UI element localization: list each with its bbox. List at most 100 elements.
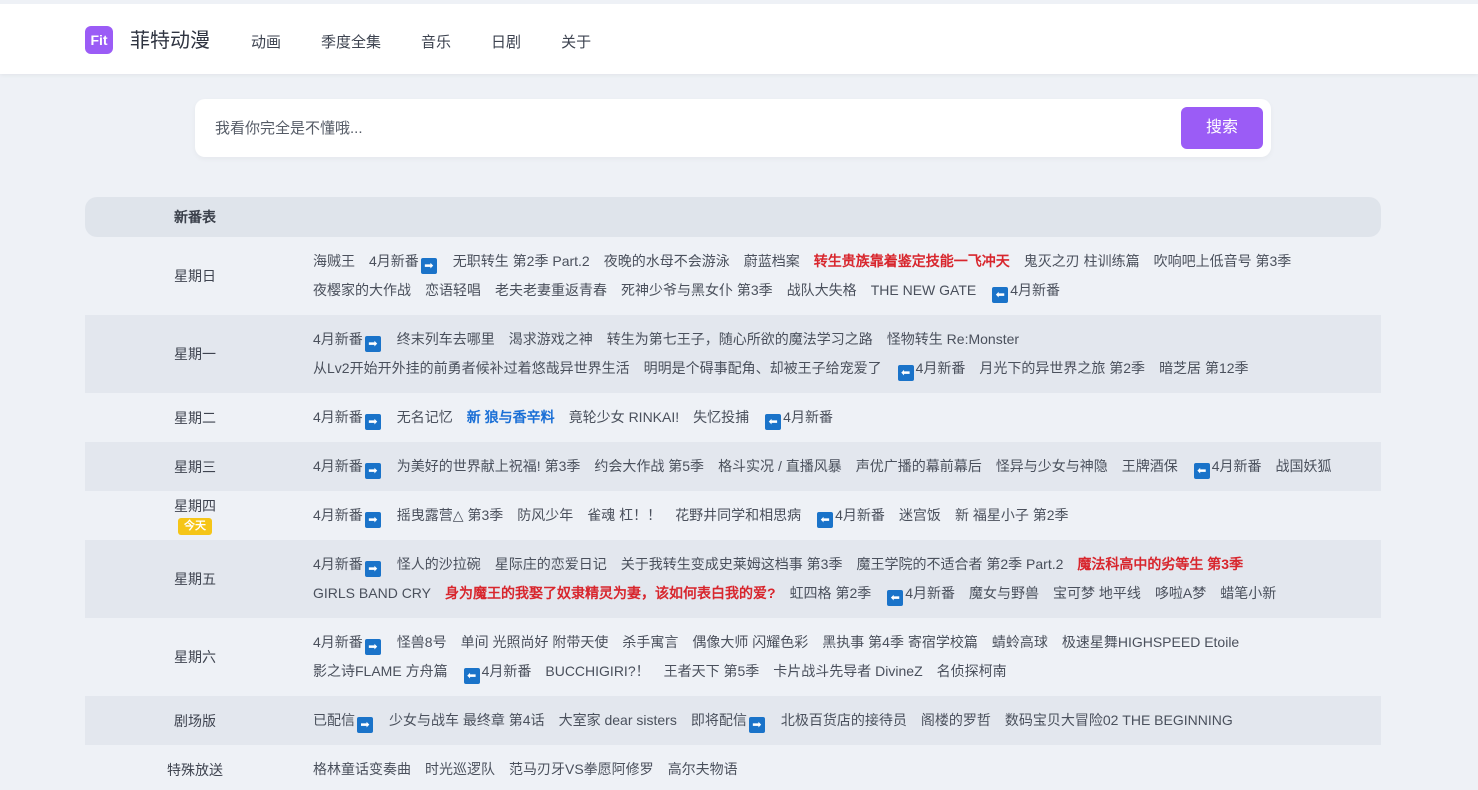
search-button[interactable]: 搜索: [1181, 107, 1263, 149]
anime-link[interactable]: 少女与战车 最终章 第4话: [389, 706, 545, 735]
anime-link[interactable]: 关于我转生变成史莱姆这档事 第3季: [621, 550, 843, 579]
anime-link[interactable]: 渴求游戏之神: [509, 325, 593, 354]
anime-link[interactable]: 花野井同学和相思病: [675, 501, 801, 530]
anime-link[interactable]: 老夫老妻重返青春: [495, 276, 607, 305]
anime-link[interactable]: 已配信 ➡: [313, 706, 375, 735]
anime-title: 怪物转生 Re:Monster: [886, 331, 1020, 347]
anime-link[interactable]: 蜻蛉高球: [992, 628, 1048, 657]
anime-link[interactable]: 时光巡逻队: [425, 755, 495, 784]
site-logo[interactable]: Fit: [85, 26, 113, 54]
anime-link[interactable]: 高尔夫物语: [668, 755, 738, 784]
nav-item-anime[interactable]: 动画: [251, 32, 281, 54]
anime-link[interactable]: 怪人的沙拉碗: [397, 550, 481, 579]
anime-link[interactable]: ⬅ 4月新番: [896, 354, 965, 383]
anime-link[interactable]: 吹响吧上低音号 第3季: [1154, 247, 1292, 276]
anime-link[interactable]: 死神少爷与黑女仆 第3季: [621, 276, 773, 305]
anime-link[interactable]: 夜晚的水母不会游泳: [604, 247, 730, 276]
anime-link[interactable]: 北极百货店的接待员: [781, 706, 907, 735]
nav-item-season-collection[interactable]: 季度全集: [321, 32, 381, 54]
anime-link[interactable]: 影之诗FLAME 方舟篇: [313, 657, 448, 686]
anime-link[interactable]: 星际庄的恋爱日记: [495, 550, 607, 579]
nav-item-jdrama[interactable]: 日剧: [491, 32, 521, 54]
anime-link[interactable]: 王牌酒保: [1122, 452, 1178, 481]
anime-link[interactable]: 摇曳露营△ 第3季: [397, 501, 503, 530]
anime-link[interactable]: 月光下的异世界之旅 第2季: [979, 354, 1145, 383]
anime-link[interactable]: 哆啦A梦: [1155, 579, 1206, 608]
anime-link[interactable]: 阁楼的罗哲: [921, 706, 991, 735]
anime-link[interactable]: 偶像大师 闪耀色彩: [692, 628, 808, 657]
anime-link[interactable]: 转生贵族靠着鉴定技能一飞冲天: [814, 247, 1010, 276]
anime-link[interactable]: 战国妖狐: [1276, 452, 1332, 481]
anime-link[interactable]: 失忆投捕: [693, 403, 749, 432]
anime-link[interactable]: 转生为第七王子，随心所欲的魔法学习之路: [607, 325, 873, 354]
anime-link[interactable]: 大室家 dear sisters: [559, 706, 677, 735]
anime-link[interactable]: 新 福星小子 第2季: [955, 501, 1069, 530]
anime-link[interactable]: 防风少年: [517, 501, 573, 530]
anime-link[interactable]: 战队大失格: [787, 276, 857, 305]
anime-link[interactable]: 4月新番 ➡: [313, 550, 383, 579]
anime-link[interactable]: ⬅ 4月新番: [815, 501, 885, 530]
anime-link[interactable]: 极速星舞HIGHSPEED Etoile: [1062, 628, 1239, 657]
anime-link[interactable]: 蔚蓝档案: [744, 247, 800, 276]
anime-link[interactable]: 约会大作战 第5季: [594, 452, 704, 481]
anime-link[interactable]: 怪兽8号: [397, 628, 447, 657]
anime-link[interactable]: 怪物转生 Re:Monster: [887, 325, 1019, 354]
anime-link[interactable]: 数码宝贝大冒险02 THE BEGINNING: [1005, 706, 1233, 735]
anime-link[interactable]: 明明是个碍事配角、却被王子给宠爱了: [644, 354, 882, 383]
anime-link[interactable]: 蜡笔小新: [1220, 579, 1276, 608]
anime-link[interactable]: 4月新番 ➡: [313, 501, 383, 530]
anime-link[interactable]: 夜樱家的大作战: [313, 276, 411, 305]
anime-link[interactable]: 格林童话变奏曲: [313, 755, 411, 784]
search-input[interactable]: [215, 113, 1155, 143]
anime-link[interactable]: 名侦探柯南: [937, 657, 1007, 686]
anime-link[interactable]: 宝可梦 地平线: [1053, 579, 1141, 608]
anime-link[interactable]: ⬅ 4月新番: [990, 276, 1060, 305]
anime-link[interactable]: 恋语轻唱: [425, 276, 481, 305]
anime-link[interactable]: 格斗实况 / 直播风暴: [718, 452, 842, 481]
anime-link[interactable]: 4月新番 ➡: [313, 403, 383, 432]
anime-link[interactable]: 即将配信 ➡: [691, 706, 767, 735]
anime-link[interactable]: 4月新番 ➡: [313, 452, 383, 481]
anime-link[interactable]: ⬅ 4月新番: [885, 579, 955, 608]
anime-link[interactable]: 无名记忆: [397, 403, 453, 432]
anime-link[interactable]: BUCCHIGIRI?！: [545, 657, 649, 686]
anime-link[interactable]: 终末列车去哪里: [397, 325, 495, 354]
anime-link[interactable]: ⬅ 4月新番: [1192, 452, 1262, 481]
anime-link[interactable]: THE NEW GATE: [871, 276, 977, 305]
anime-link[interactable]: GIRLS BAND CRY: [313, 579, 431, 608]
anime-list: 4月新番 ➡ 怪兽8号 单间 光照尚好 附带天使 杀手寓言 偶像大师 闪耀色彩 黑执事 第4…: [313, 618, 1381, 696]
anime-link[interactable]: 魔王学院的不适合者 第2季 Part.2: [856, 550, 1063, 579]
anime-link[interactable]: 从Lv2开始开外挂的前勇者候补过着悠哉异世界生活: [313, 354, 630, 383]
anime-link[interactable]: 竟轮少女 RINKAI!: [569, 403, 679, 432]
anime-link[interactable]: 魔女与野兽: [969, 579, 1039, 608]
anime-link[interactable]: 海贼王: [313, 247, 355, 276]
anime-title: 鬼灭之刃 柱训练篇: [1023, 253, 1140, 269]
anime-link[interactable]: 范马刃牙VS拳愿阿修罗: [509, 755, 654, 784]
anime-link[interactable]: 魔法科高中的劣等生 第3季: [1077, 550, 1243, 579]
arrow-right-icon: ➡: [364, 336, 381, 352]
anime-link[interactable]: 卡片战斗先导者 DivineZ: [773, 657, 922, 686]
anime-link[interactable]: 无职转生 第2季 Part.2: [453, 247, 590, 276]
anime-link[interactable]: 怪异与少女与神隐: [996, 452, 1108, 481]
anime-link[interactable]: 新 狼与香辛料: [467, 403, 555, 432]
anime-link[interactable]: 雀魂 杠！！: [587, 501, 661, 530]
anime-link[interactable]: 黑执事 第4季 寄宿学校篇: [822, 628, 978, 657]
anime-link[interactable]: 4月新番 ➡: [313, 628, 383, 657]
anime-link[interactable]: 暗芝居 第12季: [1159, 354, 1248, 383]
anime-link[interactable]: 虹四格 第2季: [790, 579, 872, 608]
anime-link[interactable]: 为美好的世界献上祝福! 第3季: [397, 452, 581, 481]
anime-link[interactable]: 杀手寓言: [622, 628, 678, 657]
anime-link[interactable]: ⬅ 4月新番: [763, 403, 833, 432]
nav-item-music[interactable]: 音乐: [421, 32, 451, 54]
anime-link[interactable]: 王者天下 第5季: [664, 657, 760, 686]
anime-link[interactable]: 4月新番 ➡: [369, 247, 439, 276]
site-name[interactable]: 菲特动漫: [130, 28, 210, 54]
anime-link[interactable]: 鬼灭之刃 柱训练篇: [1024, 247, 1140, 276]
anime-link[interactable]: 迷宫饭: [899, 501, 941, 530]
anime-link[interactable]: 声优广播的幕前幕后: [856, 452, 982, 481]
anime-link[interactable]: 单间 光照尚好 附带天使: [461, 628, 609, 657]
anime-link[interactable]: 4月新番 ➡: [313, 325, 383, 354]
anime-link[interactable]: ⬅ 4月新番: [462, 657, 531, 686]
nav-item-about[interactable]: 关于: [561, 32, 591, 54]
anime-link[interactable]: 身为魔王的我娶了奴隶精灵为妻，该如何表白我的爱?: [445, 579, 776, 608]
